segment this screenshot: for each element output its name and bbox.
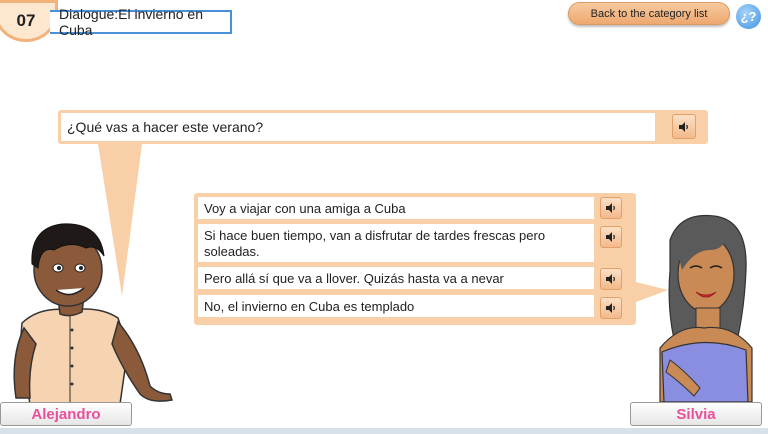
silvia-character xyxy=(659,214,753,402)
answer-3-audio-button[interactable] xyxy=(600,268,622,290)
speaker-icon xyxy=(679,121,688,132)
answer-option-4[interactable]: No, el invierno en Cuba es templado xyxy=(198,295,594,317)
speaker-icon xyxy=(606,274,615,284)
alejandro-character xyxy=(13,223,173,404)
speaker-icon xyxy=(606,232,615,242)
name-tag-alejandro: Alejandro xyxy=(0,402,132,426)
question-text-box: ¿Qué vas a hacer este verano? xyxy=(61,113,655,141)
answer-option-2[interactable]: Si hace buen tiempo, van a disfrutar de … xyxy=(198,224,594,262)
answer-option-1[interactable]: Voy a viajar con una amiga a Cuba xyxy=(198,197,594,219)
question-text: ¿Qué vas a hacer este verano? xyxy=(67,119,264,135)
speaker-icon xyxy=(606,203,615,213)
answer-4-audio-button[interactable] xyxy=(600,297,622,319)
question-bubble: ¿Qué vas a hacer este verano? xyxy=(58,110,708,144)
name-tag-silvia: Silvia xyxy=(630,402,762,426)
answer-1-audio-button[interactable] xyxy=(600,197,622,219)
answer-option-3[interactable]: Pero allá sí que va a llover. Quizás has… xyxy=(198,267,594,289)
question-audio-button[interactable] xyxy=(672,114,696,139)
bottom-bar xyxy=(0,428,768,434)
answers-panel: Voy a viajar con una amiga a Cuba Si hac… xyxy=(194,193,636,325)
answer-2-audio-button[interactable] xyxy=(600,226,622,248)
speaker-icon xyxy=(606,303,615,313)
